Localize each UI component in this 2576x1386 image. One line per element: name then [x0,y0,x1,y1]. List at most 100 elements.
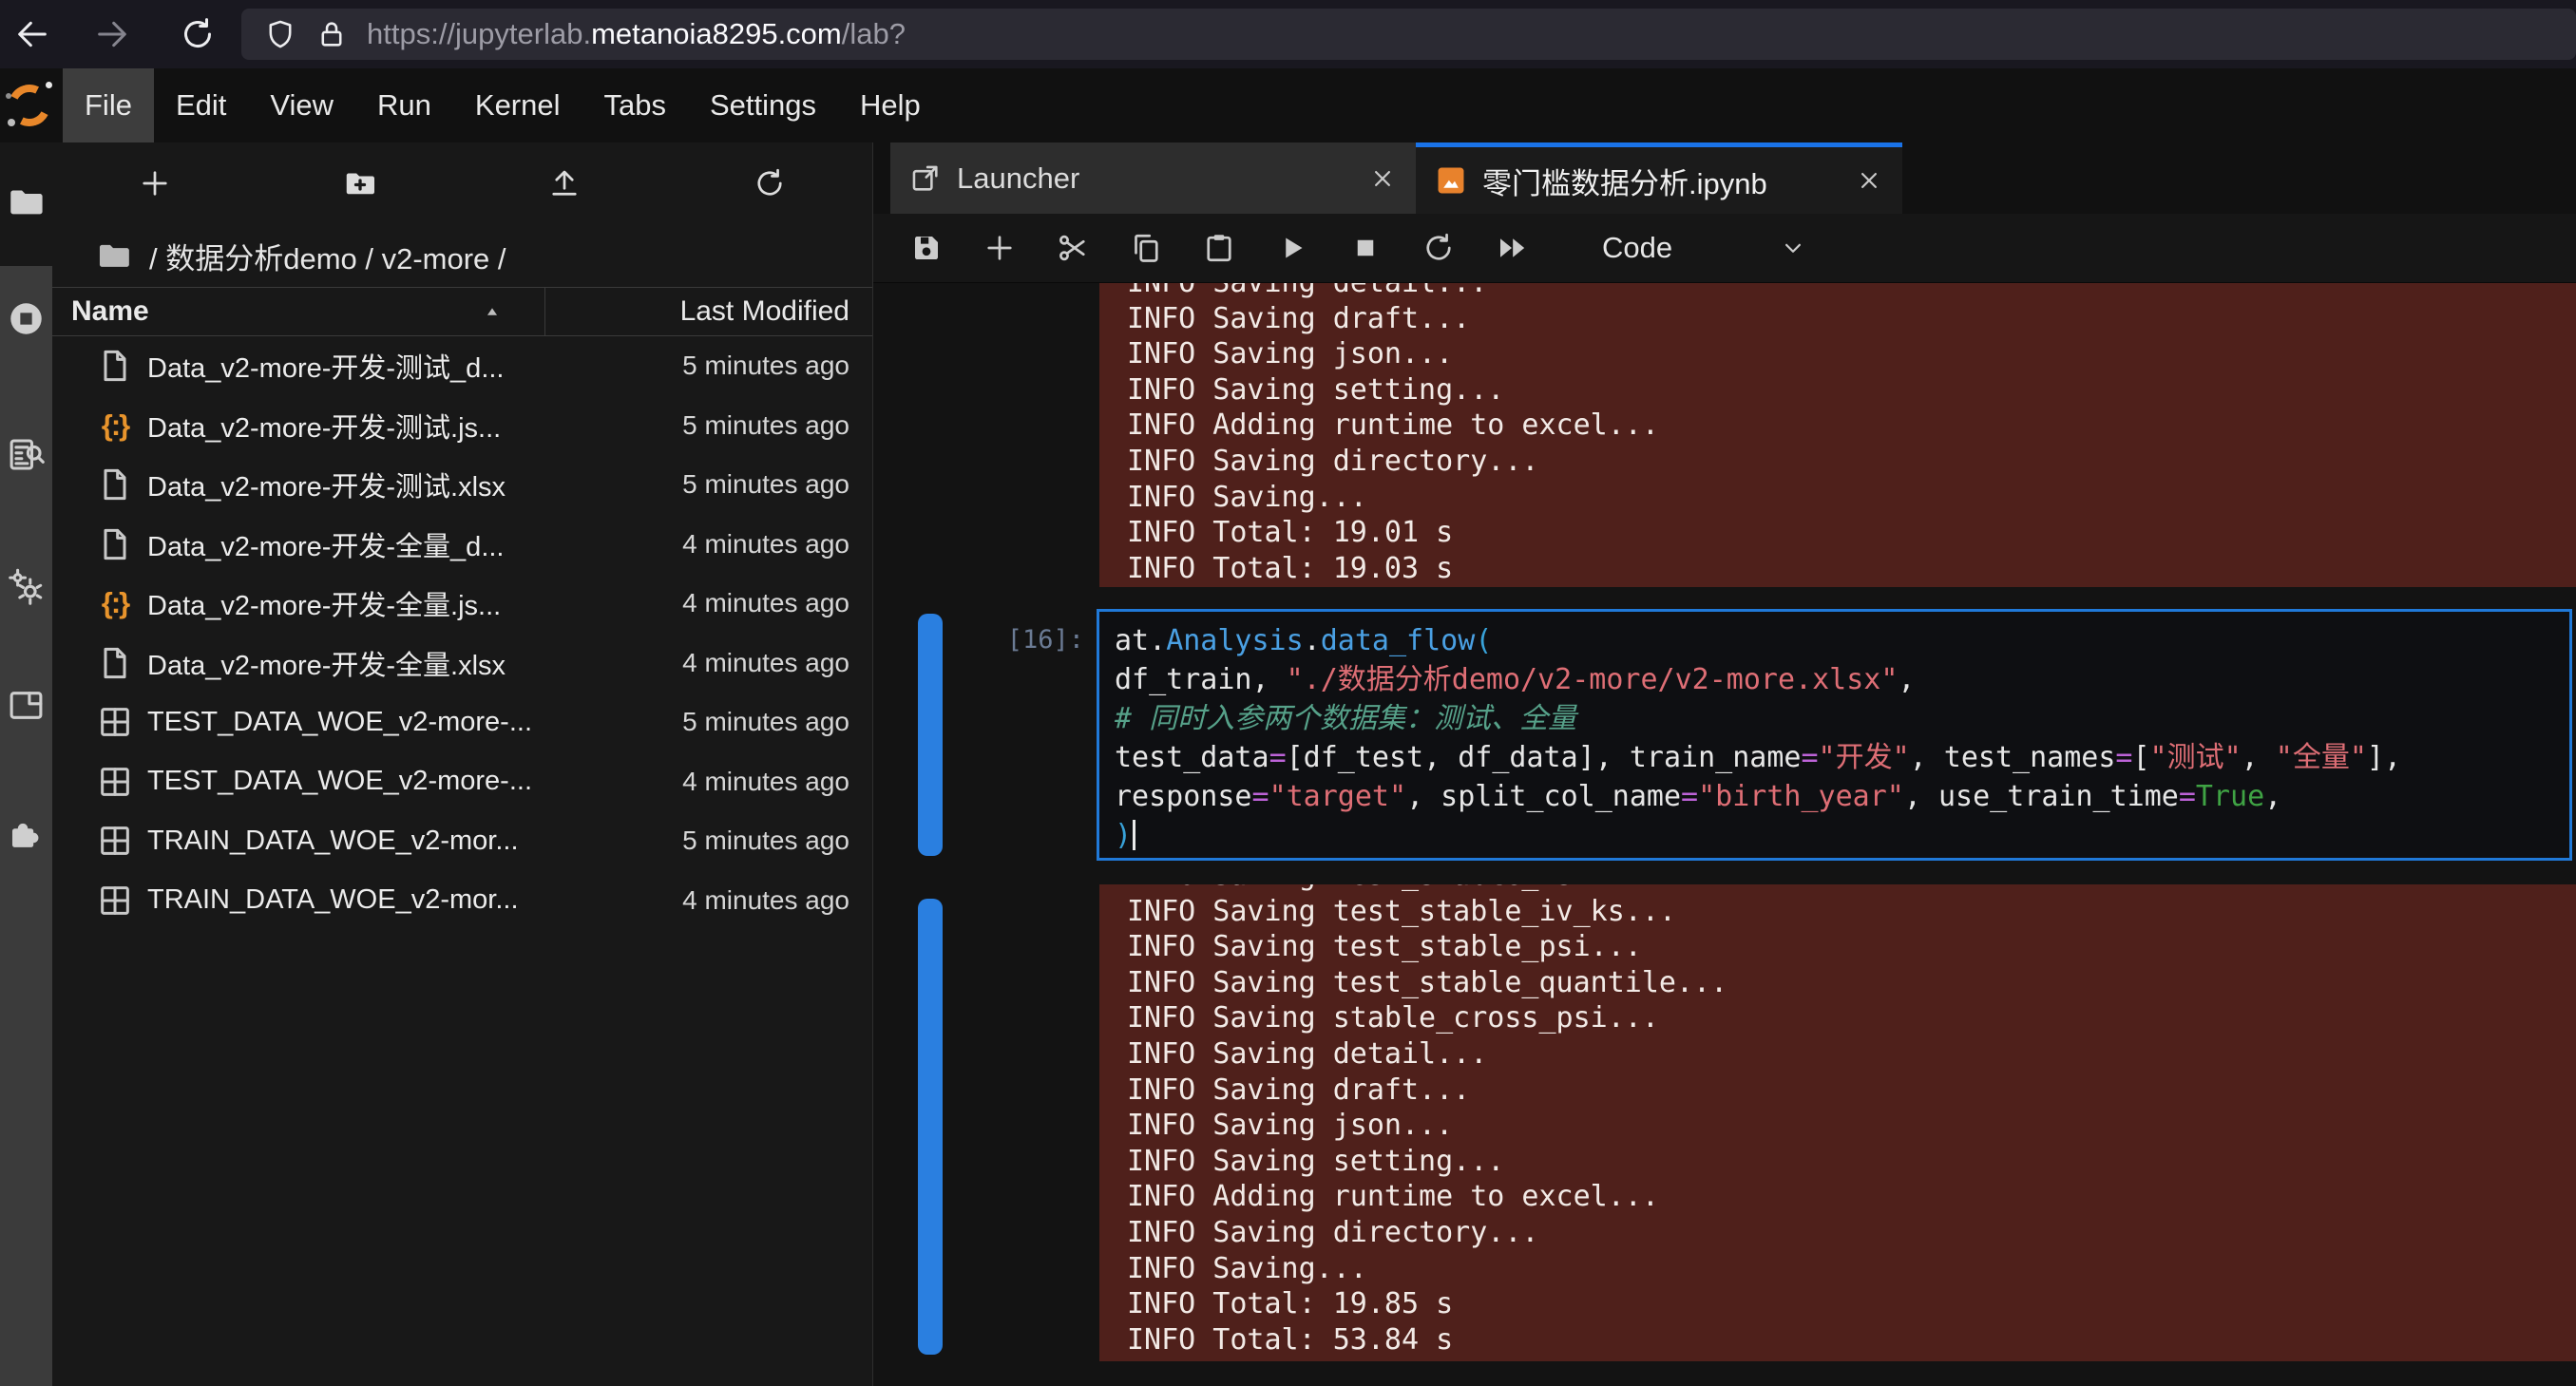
file-name: Data_v2-more-开发-测试.js... [147,406,501,446]
paste-button[interactable] [1198,229,1240,267]
running-sessions-icon[interactable] [7,299,46,338]
file-browser-toolbar [52,142,872,224]
refresh-icon [753,166,787,200]
file-row[interactable]: Data_v2-more-开发-测试_d...5 minutes ago [52,336,872,396]
close-icon[interactable] [1855,166,1883,195]
file-list: Data_v2-more-开发-测试_d...5 minutes ago{:}D… [52,336,872,1386]
breadcrumb[interactable]: / 数据分析demo / v2-more / [52,224,872,287]
extensions-puzzle-icon[interactable] [7,813,46,852]
column-last-modified[interactable]: Last Modified [680,295,849,328]
app-logo [6,82,53,129]
file-name: TRAIN_DATA_WOE_v2-mor... [147,826,519,857]
upload-icon [547,166,582,200]
file-name: Data_v2-more-开发-全量_d... [147,524,505,564]
tab-label: 零门槛数据分析.ipynb [1482,160,1767,202]
notebook-content: INFO Saving detail...INFO Saving draft..… [873,283,2576,1386]
refresh-button[interactable] [667,166,872,200]
output-line: INFO Saving json... [1127,1108,2576,1144]
output-line: INFO Total: 19.03 s [1127,551,2576,587]
menu-help[interactable]: Help [838,68,943,142]
output-area-top: INFO Saving detail...INFO Saving draft..… [1099,283,2576,587]
tab-launcher[interactable]: Launcher [890,142,1416,214]
menu-tabs[interactable]: Tabs [582,68,688,142]
file-row[interactable]: TEST_DATA_WOE_v2-more-...4 minutes ago [52,752,872,812]
cell-type-dropdown[interactable]: Code [1602,231,1807,265]
file-modified: 4 minutes ago [682,648,872,678]
execution-prompt: [16]: [968,625,1084,655]
new-folder-icon [343,166,377,200]
breadcrumb-path[interactable]: / 数据分析demo / v2-more / [149,235,506,277]
file-row[interactable]: TEST_DATA_WOE_v2-more-...5 minutes ago [52,693,872,752]
file-list-header: Name Last Modified [52,287,872,336]
folder-icon[interactable] [7,182,46,221]
file-row[interactable]: TRAIN_DATA_WOE_v2-mor... 5 minutes ago [52,811,872,871]
file-name: Data_v2-more-开发-测试.xlsx [147,465,506,504]
inspector-icon[interactable] [7,435,46,474]
file-name: TEST_DATA_WOE_v2-more-... [147,766,532,797]
back-arrow-icon[interactable] [13,15,51,53]
address-bar[interactable]: https://jupyterlab.metanoia8295.com/lab? [241,9,2576,60]
text-cursor [1133,820,1135,850]
run-button[interactable] [1271,229,1313,267]
new-launcher-plus-icon [138,166,172,200]
notebook-panel: Launcher 零门槛数据分析.ipynb Code INFO Saving d… [873,142,2576,1386]
file-row[interactable]: {:}Data_v2-more-开发-全量.js...4 minutes ago [52,574,872,634]
file-row[interactable]: Data_v2-more-开发-测试.xlsx5 minutes ago [52,455,872,515]
code-line: df_train, "./数据分析demo/v2-more/v2-more.xl… [1115,660,2569,699]
code-line: # 同时入参两个数据集：测试、全量 [1115,699,2569,738]
file-browser-panel: / 数据分析demo / v2-more / Name Last Modifie… [52,142,873,1386]
copy-button[interactable] [1125,229,1167,267]
file-name: Data_v2-more-开发-测试_d... [147,346,505,386]
menu-view[interactable]: View [248,68,355,142]
upload-button[interactable] [463,166,668,200]
output-line: INFO Total: 53.84 s [1127,1322,2576,1358]
output-line: INFO Total: 19.01 s [1127,515,2576,551]
forward-arrow-icon[interactable] [93,15,131,53]
sort-ascending-icon[interactable] [482,302,503,323]
file-modified: 4 minutes ago [682,529,872,560]
shield-icon[interactable] [264,18,296,50]
save-button[interactable] [906,229,947,267]
code-cell-editor[interactable]: at.Analysis.data_flow( df_train, "./数据分析… [1097,609,2572,861]
window-icon[interactable] [7,686,46,725]
document-icon [96,347,134,385]
file-name: TRAIN_DATA_WOE_v2-mor... [147,884,519,916]
cut-button[interactable] [1052,229,1094,267]
tab-notebook[interactable]: 零门槛数据分析.ipynb [1416,142,1902,214]
gears-icon[interactable] [7,567,46,606]
launcher-icon [909,162,942,195]
notebook-icon [1435,164,1467,197]
menu-edit[interactable]: Edit [154,68,248,142]
input-collapser[interactable] [918,614,943,856]
close-icon[interactable] [1368,164,1397,193]
json-icon: {:} [96,407,134,445]
file-row[interactable]: TRAIN_DATA_WOE_v2-mor... 4 minutes ago [52,871,872,931]
output-line: INFO Saving test_stable_quantile... [1127,965,2576,1001]
menu-kernel[interactable]: Kernel [453,68,582,142]
add-cell-button[interactable] [979,229,1021,267]
run-all-button[interactable] [1491,229,1533,267]
folder-icon[interactable] [96,237,132,274]
file-row[interactable]: {:}Data_v2-more-开发-测试.js...5 minutes ago [52,396,872,456]
reload-icon[interactable] [179,15,217,53]
output-area-bottom: INFO Saving test_stable_ks...INFO Saving… [1099,884,2576,1361]
file-name: Data_v2-more-开发-全量.js... [147,583,501,623]
new-launcher-plus-button[interactable] [52,166,258,200]
menu-settings[interactable]: Settings [688,68,838,142]
output-line: INFO Saving setting... [1127,1144,2576,1180]
restart-button[interactable] [1418,229,1460,267]
stop-button[interactable] [1345,229,1386,267]
output-line: INFO Saving test_stable_psi... [1127,929,2576,965]
file-modified: 5 minutes ago [682,826,872,856]
file-row[interactable]: Data_v2-more-开发-全量_d... 4 minutes ago [52,515,872,575]
menu-file[interactable]: File [63,68,154,142]
spreadsheet-icon [96,822,134,860]
file-row[interactable]: Data_v2-more-开发-全量.xlsx4 minutes ago [52,634,872,693]
output-collapser[interactable] [918,899,943,1355]
new-folder-button[interactable] [258,166,463,200]
column-name[interactable]: Name [71,295,149,328]
menu-run[interactable]: Run [355,68,453,142]
main-area: / 数据分析demo / v2-more / Name Last Modifie… [0,142,2576,1386]
output-line: INFO Saving... [1127,1251,2576,1287]
file-modified: 4 minutes ago [682,885,872,916]
